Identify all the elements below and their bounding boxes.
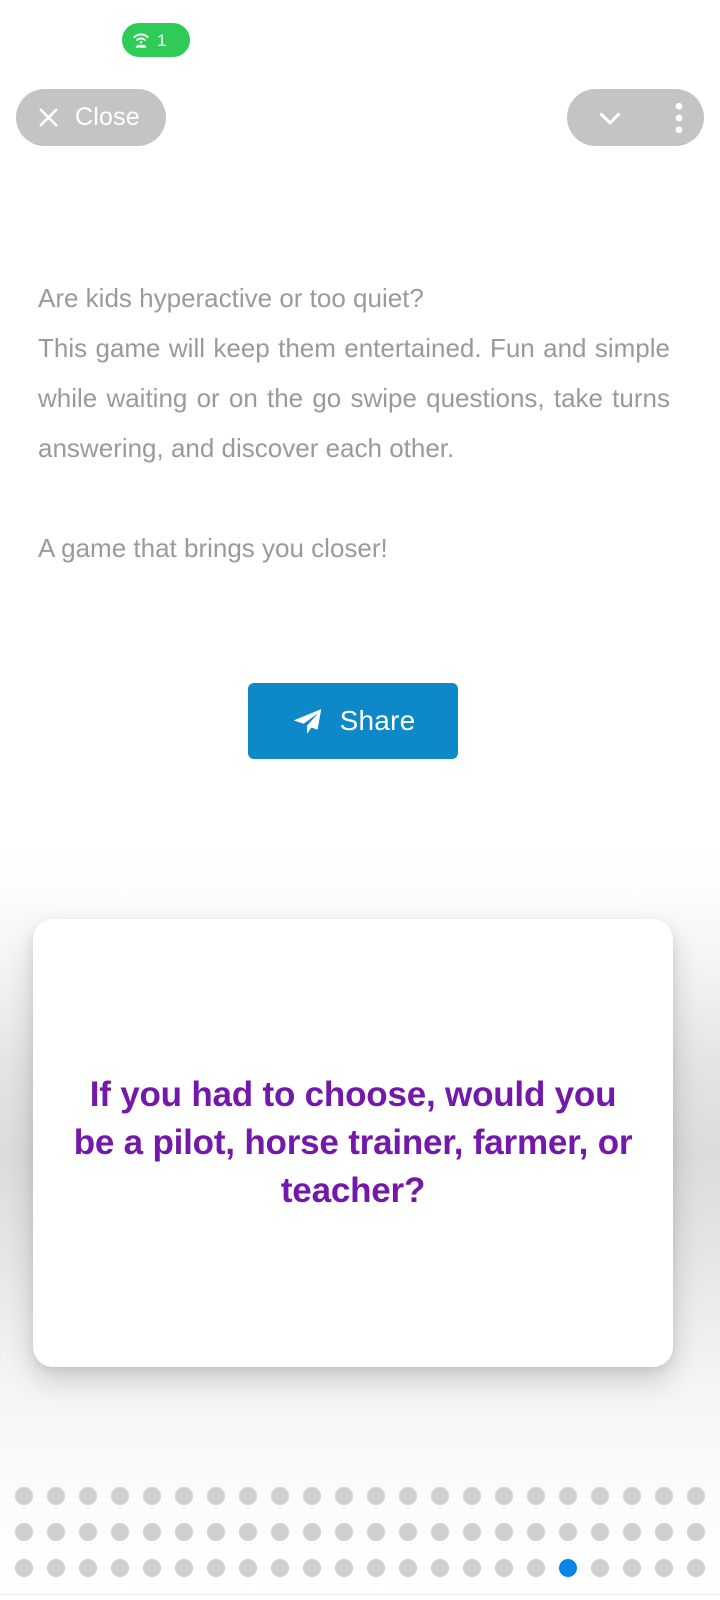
pagination-dot[interactable] bbox=[367, 1487, 385, 1505]
cast-screen-icon bbox=[131, 30, 151, 50]
paper-plane-send-icon bbox=[291, 705, 324, 738]
pagination-dot[interactable] bbox=[47, 1559, 65, 1577]
pagination-dot[interactable] bbox=[207, 1559, 225, 1577]
more-vertical-icon bbox=[675, 101, 683, 135]
pagination-dot[interactable] bbox=[111, 1523, 129, 1541]
pagination-dot[interactable] bbox=[111, 1559, 129, 1577]
pagination-dot[interactable] bbox=[79, 1487, 97, 1505]
chevron-down-icon bbox=[593, 101, 627, 135]
description-line-1: Are kids hyperactive or too quiet? bbox=[38, 283, 424, 313]
pagination-dot[interactable] bbox=[111, 1487, 129, 1505]
pagination-dot[interactable] bbox=[79, 1559, 97, 1577]
pagination-dot[interactable] bbox=[175, 1487, 193, 1505]
pagination-dot[interactable] bbox=[79, 1523, 97, 1541]
pagination-dot[interactable] bbox=[303, 1487, 321, 1505]
pagination-dot[interactable] bbox=[527, 1559, 545, 1577]
pagination-dot[interactable] bbox=[335, 1487, 353, 1505]
pagination-dot[interactable] bbox=[47, 1523, 65, 1541]
pagination-dot[interactable] bbox=[271, 1523, 289, 1541]
pagination-dot[interactable] bbox=[15, 1523, 33, 1541]
pagination-dot[interactable] bbox=[239, 1559, 257, 1577]
topbar-right-controls bbox=[567, 89, 704, 146]
pagination-dot[interactable] bbox=[463, 1523, 481, 1541]
description-line-2: This game will keep them entertained. Fu… bbox=[38, 333, 670, 463]
pagination-dot[interactable] bbox=[15, 1487, 33, 1505]
description-block: Are kids hyperactive or too quiet? This … bbox=[38, 273, 670, 573]
pagination-dot[interactable] bbox=[463, 1559, 481, 1577]
pagination-dot[interactable] bbox=[559, 1523, 577, 1541]
pagination-dot[interactable] bbox=[431, 1487, 449, 1505]
pagination-dot[interactable] bbox=[591, 1523, 609, 1541]
pagination-dot[interactable] bbox=[687, 1487, 705, 1505]
pagination-dot[interactable] bbox=[143, 1523, 161, 1541]
pagination-dot[interactable] bbox=[559, 1487, 577, 1505]
cast-count-label: 1 bbox=[157, 30, 167, 50]
pagination-row bbox=[0, 1550, 720, 1586]
pagination-dot-grid bbox=[0, 1478, 720, 1590]
pagination-dot[interactable] bbox=[175, 1523, 193, 1541]
pagination-dot[interactable] bbox=[239, 1487, 257, 1505]
pagination-dot[interactable] bbox=[367, 1523, 385, 1541]
pagination-dot[interactable] bbox=[655, 1523, 673, 1541]
pagination-dot[interactable] bbox=[335, 1559, 353, 1577]
pagination-row bbox=[0, 1514, 720, 1550]
pagination-dot[interactable] bbox=[239, 1523, 257, 1541]
app-screen: 1 Close Are kids hyperactive or too quie… bbox=[0, 0, 720, 1600]
pagination-dot[interactable] bbox=[687, 1523, 705, 1541]
pagination-dot[interactable] bbox=[591, 1559, 609, 1577]
pagination-row bbox=[0, 1478, 720, 1514]
pagination-dot[interactable] bbox=[303, 1523, 321, 1541]
pagination-dot[interactable] bbox=[655, 1487, 673, 1505]
pagination-dot[interactable] bbox=[175, 1559, 193, 1577]
description-line-3: A game that brings you closer! bbox=[38, 533, 388, 563]
pagination-dot[interactable] bbox=[399, 1487, 417, 1505]
pagination-dot[interactable] bbox=[335, 1523, 353, 1541]
share-button[interactable]: Share bbox=[248, 683, 458, 759]
pagination-dot[interactable] bbox=[207, 1487, 225, 1505]
pagination-dot[interactable] bbox=[303, 1559, 321, 1577]
pagination-dot[interactable] bbox=[431, 1559, 449, 1577]
close-button-label: Close bbox=[75, 103, 140, 131]
pagination-dot[interactable] bbox=[271, 1487, 289, 1505]
pagination-dot[interactable] bbox=[143, 1559, 161, 1577]
pagination-dot[interactable] bbox=[207, 1523, 225, 1541]
pagination-dot[interactable] bbox=[655, 1559, 673, 1577]
pagination-dot[interactable] bbox=[47, 1487, 65, 1505]
pagination-dot[interactable] bbox=[399, 1559, 417, 1577]
bottom-divider bbox=[0, 1594, 720, 1595]
pagination-dot[interactable] bbox=[431, 1523, 449, 1541]
pagination-dot[interactable] bbox=[463, 1487, 481, 1505]
pagination-dot[interactable] bbox=[271, 1559, 289, 1577]
description-spacer bbox=[38, 473, 670, 523]
pagination-dot[interactable] bbox=[687, 1559, 705, 1577]
pagination-dot[interactable] bbox=[495, 1487, 513, 1505]
question-card-text: If you had to choose, would you be a pil… bbox=[73, 1075, 633, 1210]
cast-status-badge[interactable]: 1 bbox=[122, 23, 190, 57]
pagination-dot[interactable] bbox=[623, 1559, 641, 1577]
pagination-dot[interactable] bbox=[623, 1487, 641, 1505]
pagination-dot[interactable] bbox=[15, 1559, 33, 1577]
pagination-dot[interactable] bbox=[527, 1523, 545, 1541]
pagination-dot[interactable] bbox=[623, 1523, 641, 1541]
pagination-dot[interactable] bbox=[495, 1559, 513, 1577]
pagination-dot-active[interactable] bbox=[559, 1559, 577, 1577]
share-button-label: Share bbox=[339, 705, 416, 736]
pagination-dot[interactable] bbox=[143, 1487, 161, 1505]
pagination-dot[interactable] bbox=[495, 1523, 513, 1541]
collapse-button[interactable] bbox=[567, 89, 653, 146]
pagination-dot[interactable] bbox=[367, 1559, 385, 1577]
pagination-dot[interactable] bbox=[591, 1487, 609, 1505]
close-x-icon bbox=[36, 105, 61, 130]
overflow-menu-button[interactable] bbox=[653, 89, 704, 146]
pagination-dot[interactable] bbox=[527, 1487, 545, 1505]
question-card[interactable]: If you had to choose, would you be a pil… bbox=[33, 919, 673, 1367]
close-button[interactable]: Close bbox=[16, 89, 166, 146]
pagination-dot[interactable] bbox=[399, 1523, 417, 1541]
